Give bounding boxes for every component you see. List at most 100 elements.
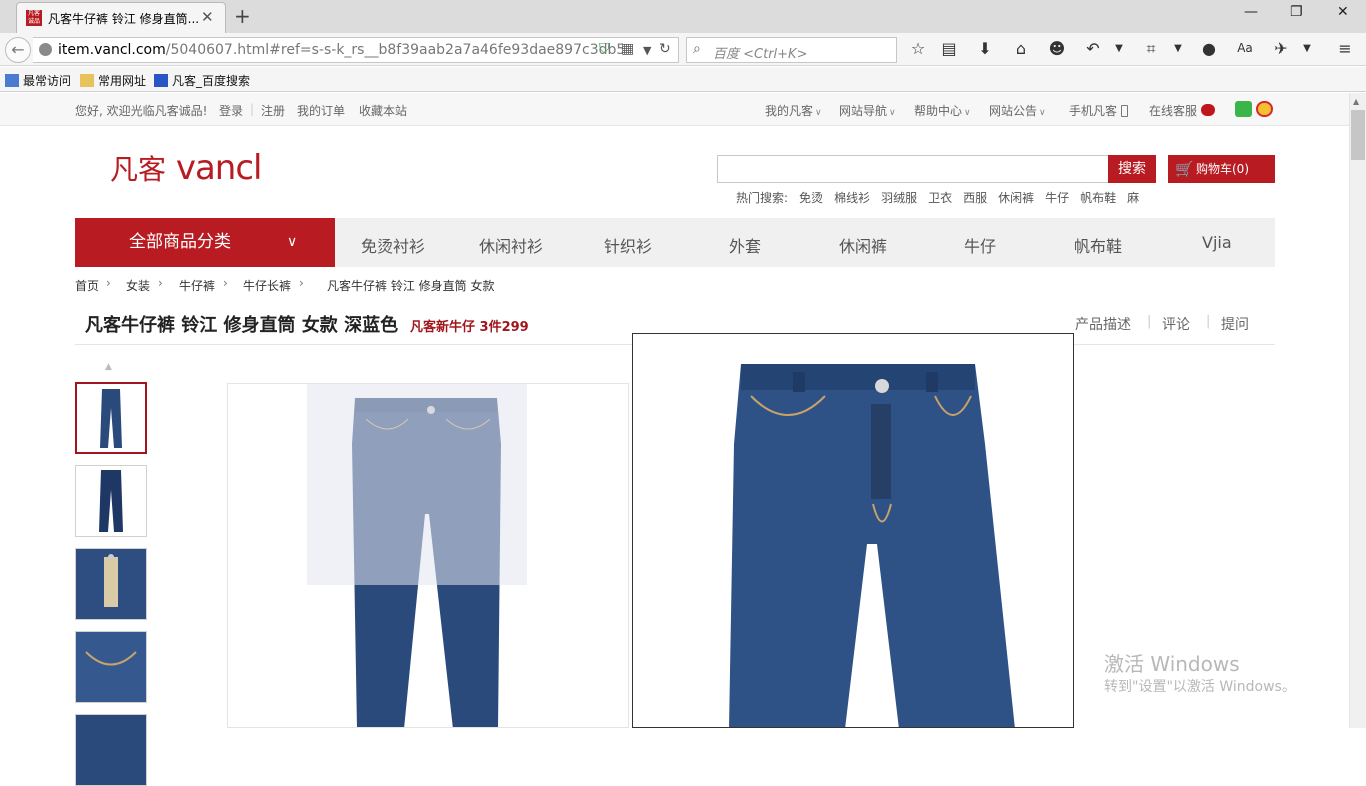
login-link[interactable]: 登录	[219, 102, 243, 119]
product-thumbnail-2[interactable]	[75, 465, 147, 537]
tab-product-description[interactable]: 产品描述	[1075, 314, 1131, 334]
product-main-image[interactable]	[227, 383, 629, 728]
bookmark-baidu-search[interactable]: 凡客_百度搜索	[154, 72, 250, 89]
hot-search-link[interactable]: 卫衣	[928, 191, 952, 205]
nav-item-knitwear[interactable]: 针织衫	[604, 233, 652, 257]
chevron-down-icon: ∨	[889, 108, 896, 118]
nav-item-casual-shirts[interactable]: 休闲衬衫	[479, 233, 543, 257]
extension-icon[interactable]: ✈	[1270, 39, 1292, 58]
my-orders-link[interactable]: 我的订单	[297, 102, 345, 119]
breadcrumb-jeans[interactable]: 牛仔裤	[179, 277, 215, 294]
reading-list-icon[interactable]: ▤	[938, 39, 960, 58]
site-search-input[interactable]	[717, 155, 1109, 183]
divider: |	[250, 102, 255, 116]
online-service-link[interactable]: 在线客服	[1149, 102, 1215, 119]
home-icon[interactable]: ⌂	[1010, 39, 1032, 58]
product-thumbnail-1[interactable]	[75, 382, 147, 454]
weibo-icon[interactable]	[1256, 101, 1273, 117]
undo-icon[interactable]: ↶	[1082, 39, 1104, 58]
divider: |	[1206, 314, 1211, 329]
crop-dropdown-icon[interactable]: ▼	[1167, 43, 1189, 54]
crop-icon[interactable]: ⌗	[1140, 39, 1162, 59]
breadcrumb-womens[interactable]: 女装	[126, 277, 150, 294]
new-tab-icon[interactable]: +	[234, 4, 251, 28]
qrcode-icon[interactable]: ▦	[621, 41, 634, 57]
tab-reviews[interactable]: 评论	[1162, 314, 1190, 334]
shield-icon[interactable]: ⛉	[599, 41, 610, 57]
hot-search-link[interactable]: 西服	[963, 191, 987, 205]
undo-dropdown-icon[interactable]: ▼	[1108, 43, 1130, 54]
register-link[interactable]: 注册	[261, 102, 285, 119]
extension-dropdown-icon[interactable]: ▼	[1296, 43, 1318, 54]
hot-search-link[interactable]: 麻	[1127, 191, 1139, 205]
tab-questions[interactable]: 提问	[1221, 314, 1249, 334]
nav-item-non-iron-shirts[interactable]: 免烫衬衫	[361, 233, 425, 257]
breadcrumb-home[interactable]: 首页	[75, 277, 99, 294]
logo-en: vancl	[175, 148, 263, 188]
back-button[interactable]: ←	[5, 37, 31, 63]
thumb-scroll-up-icon[interactable]: ▲	[105, 362, 112, 372]
tab-close-icon[interactable]: ✕	[201, 8, 214, 26]
breadcrumb-separator-icon: ›	[158, 276, 163, 290]
browser-search-box[interactable]: ⌕ 百度 <Ctrl+K>	[686, 37, 897, 63]
bookmark-common-sites[interactable]: 常用网址	[80, 72, 146, 89]
nav-item-outerwear[interactable]: 外套	[729, 233, 761, 257]
menu-icon[interactable]: ≡	[1334, 39, 1356, 58]
product-thumbnail-5[interactable]	[75, 714, 147, 786]
mobile-vancl-link[interactable]: 手机凡客	[1069, 102, 1128, 119]
reload-icon[interactable]: ↻	[659, 41, 671, 57]
browser-tab[interactable]: 凡客诚品 凡客牛仔裤 铃江 修身直筒... ✕	[16, 2, 226, 33]
bookmark-folder-icon	[5, 74, 19, 87]
zoom-lens[interactable]	[307, 384, 527, 585]
chat-icon[interactable]: ●	[1198, 39, 1220, 58]
page-scrollbar[interactable]	[1349, 93, 1366, 728]
nav-item-canvas-shoes[interactable]: 帆布鞋	[1074, 233, 1122, 257]
my-vancl-menu[interactable]: 我的凡客 ∨	[765, 102, 822, 119]
back-arrow-icon: ←	[11, 40, 25, 59]
announcements-menu[interactable]: 网站公告 ∨	[989, 102, 1046, 119]
emoji-icon[interactable]: ☻	[1046, 39, 1068, 58]
phone-icon	[1120, 105, 1128, 117]
hot-search-link[interactable]: 牛仔	[1045, 191, 1069, 205]
category-nav: 全部商品分类 ∨ 免烫衬衫 休闲衬衫 针织衫 外套 休闲裤 牛仔 帆布鞋 Vjia	[75, 218, 1275, 267]
site-nav-menu[interactable]: 网站导航 ∨	[839, 102, 896, 119]
jeans-pocket-detail-image	[76, 632, 146, 702]
vancl-logo[interactable]: 凡客 vancl	[110, 148, 263, 188]
vancl-favicon-icon: 凡客诚品	[26, 10, 42, 26]
hot-search-link[interactable]: 免烫	[799, 191, 823, 205]
wechat-icon[interactable]	[1235, 101, 1252, 117]
bookmark-most-visited[interactable]: 最常访问	[5, 72, 71, 89]
product-thumbnail-3[interactable]	[75, 548, 147, 620]
nav-item-denim[interactable]: 牛仔	[964, 233, 996, 257]
translate-icon[interactable]: Aa	[1234, 41, 1256, 55]
jeans-zoom-image	[729, 364, 1015, 727]
nav-item-casual-pants[interactable]: 休闲裤	[839, 233, 887, 257]
hot-search-link[interactable]: 帆布鞋	[1080, 191, 1116, 205]
dropdown-icon[interactable]: ▼	[643, 44, 651, 57]
bookmark-label: 凡客_百度搜索	[172, 74, 251, 88]
download-icon[interactable]: ⬇	[974, 39, 996, 58]
hot-search-link[interactable]: 棉线衫	[834, 191, 870, 205]
promo-link[interactable]: 凡客新牛仔 3件299	[410, 316, 529, 335]
globe-icon	[39, 43, 52, 56]
product-thumbnail-4[interactable]	[75, 631, 147, 703]
breadcrumb-long-jeans[interactable]: 牛仔长裤	[243, 277, 291, 294]
scrollbar-thumb[interactable]	[1351, 110, 1365, 160]
bookmark-site-link[interactable]: 收藏本站	[359, 102, 407, 119]
help-center-menu[interactable]: 帮助中心 ∨	[914, 102, 971, 119]
hot-search-link[interactable]: 羽绒服	[881, 191, 917, 205]
search-button[interactable]: 搜索	[1108, 155, 1156, 183]
breadcrumb-current: 凡客牛仔裤 铃江 修身直筒 女款	[327, 279, 495, 293]
restore-icon[interactable]: ❐	[1290, 4, 1303, 20]
star-bookmark-icon[interactable]: ☆	[907, 39, 929, 58]
breadcrumb-separator-icon: ›	[106, 276, 111, 290]
url-bar[interactable]: item.vancl.com/5040607.html#ref=s-s-k_rs…	[33, 37, 679, 63]
cart-button[interactable]: 🛒 购物车(0)	[1168, 155, 1275, 183]
logo-cn: 凡客	[110, 153, 167, 186]
window-close-icon[interactable]: ✕	[1337, 4, 1349, 20]
nav-item-vjia[interactable]: Vjia	[1202, 233, 1232, 252]
scroll-up-icon[interactable]: ▲	[1353, 97, 1359, 106]
all-categories-button[interactable]: 全部商品分类 ∨	[75, 218, 335, 267]
minimize-icon[interactable]: —	[1244, 4, 1258, 20]
hot-search-link[interactable]: 休闲裤	[998, 191, 1034, 205]
